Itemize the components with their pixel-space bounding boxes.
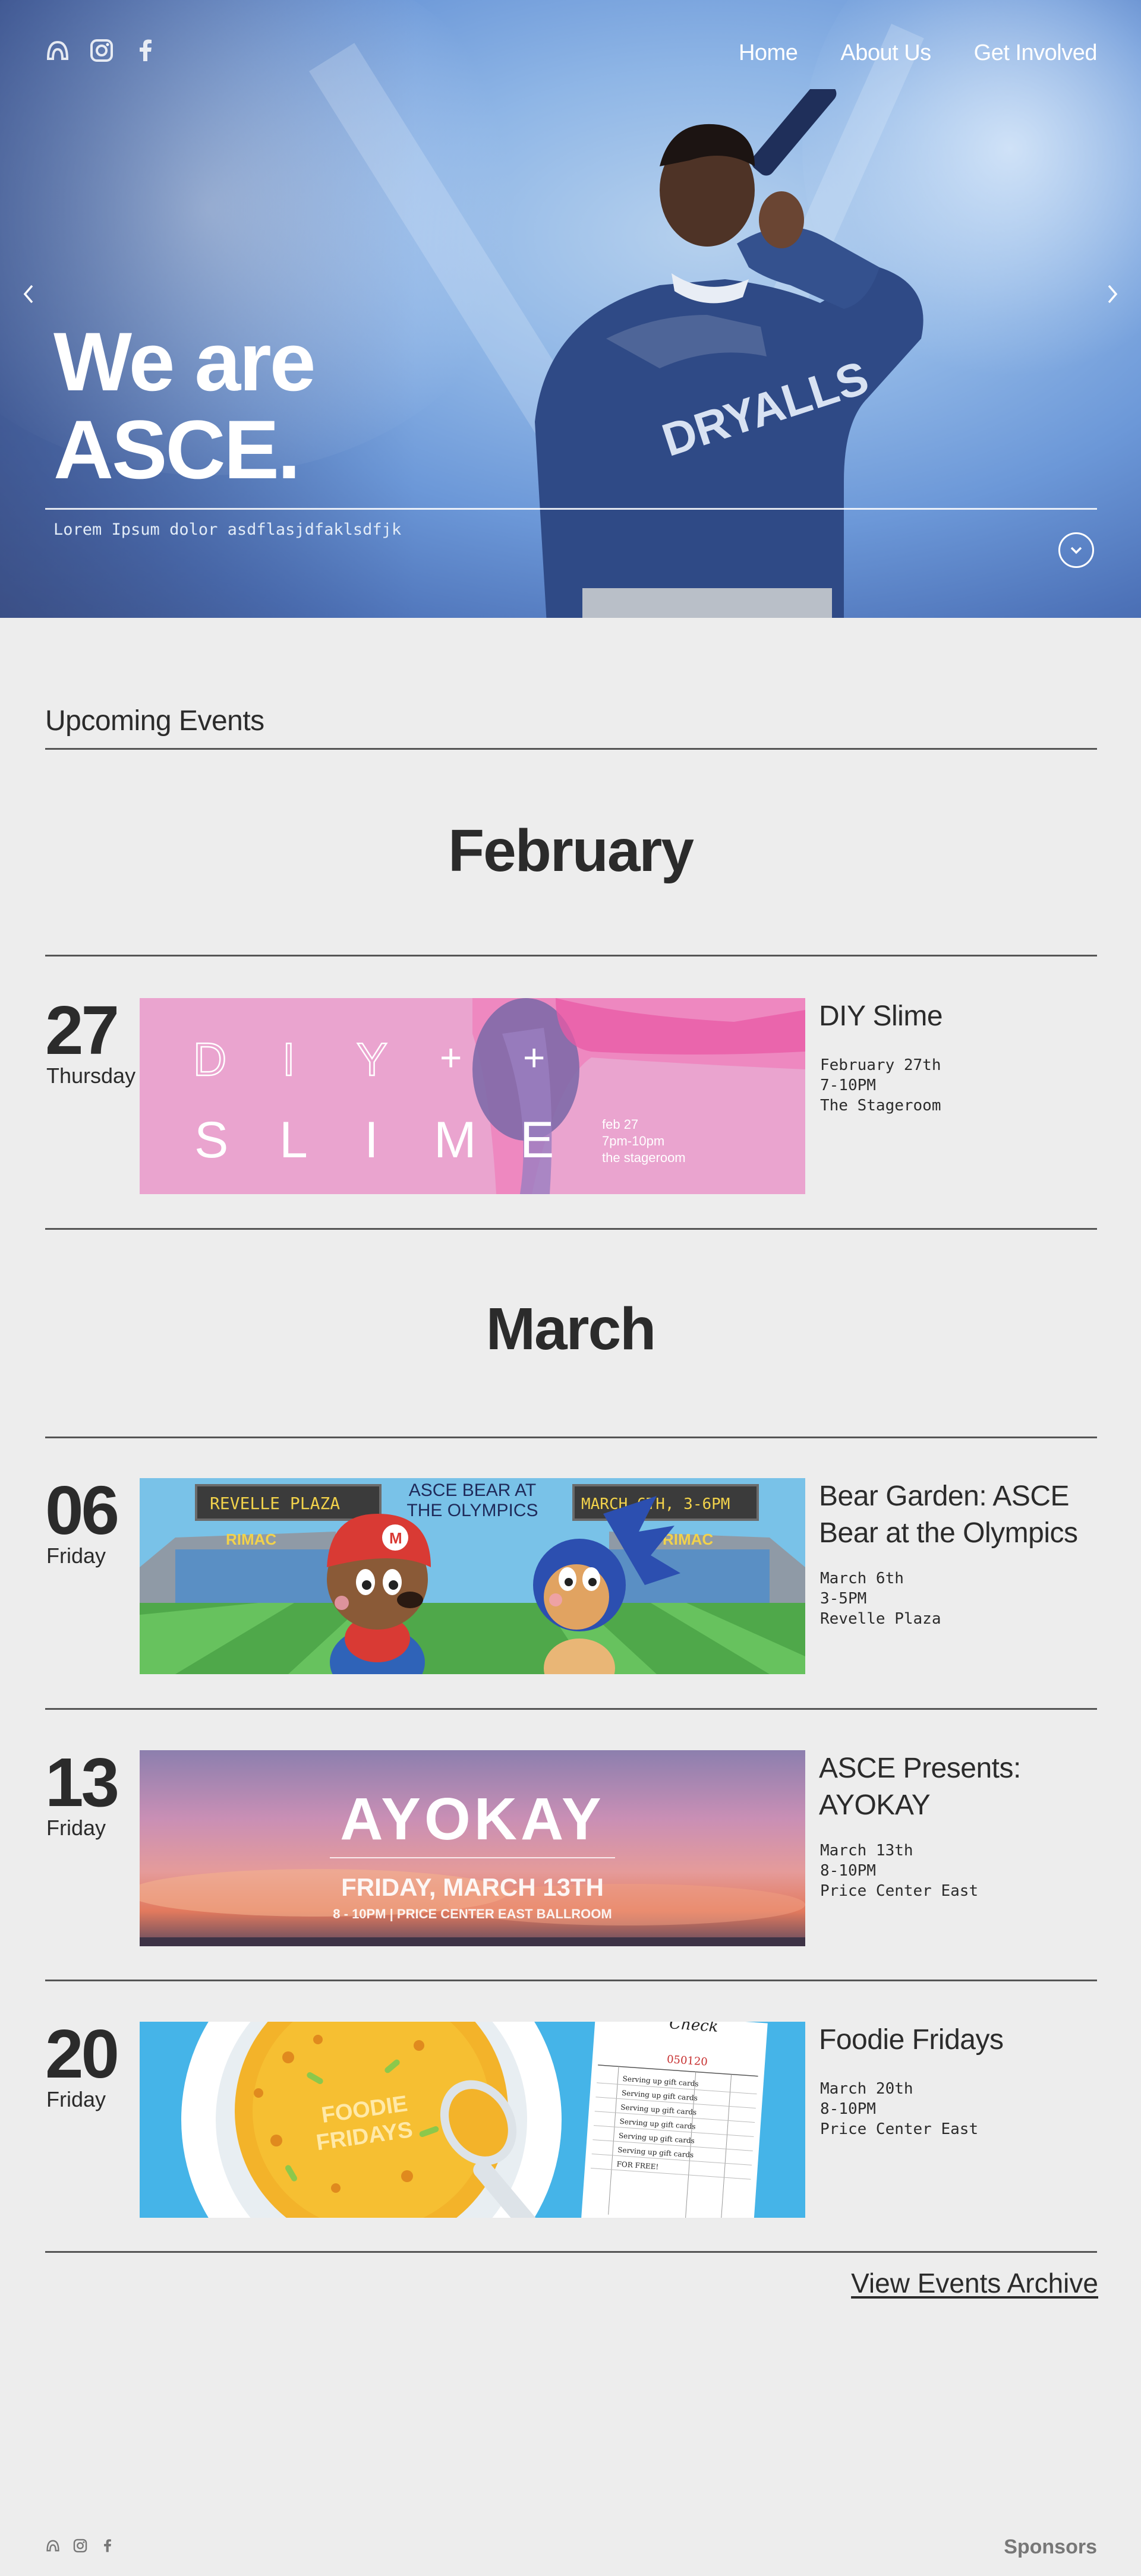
poster-letter: D bbox=[193, 1033, 226, 1085]
carousel-prev-button[interactable] bbox=[17, 279, 40, 309]
chevron-left-icon bbox=[23, 285, 33, 304]
footer-sponsors-link[interactable]: Sponsors bbox=[1004, 2536, 1097, 2559]
divider bbox=[45, 955, 1097, 956]
divider bbox=[45, 2251, 1097, 2253]
month-heading-march: March bbox=[486, 1296, 657, 1362]
event-weekday: Friday bbox=[46, 1816, 106, 1840]
carousel-next-button[interactable] bbox=[1101, 279, 1124, 309]
event-details: February 27th 7-10PM The Stageroom bbox=[820, 1055, 941, 1116]
nav-about-us[interactable]: About Us bbox=[840, 40, 931, 66]
event-title[interactable]: DIY Slime bbox=[819, 998, 1098, 1035]
event-title[interactable]: Foodie Fridays bbox=[819, 2022, 1098, 2059]
footer-social-icons bbox=[45, 2538, 115, 2553]
chevron-down-icon bbox=[1070, 547, 1082, 554]
event-date: March 20th bbox=[820, 2080, 913, 2098]
chevron-right-icon bbox=[1108, 285, 1118, 304]
event-time: 7-10PM bbox=[820, 1077, 876, 1094]
event-location: Price Center East bbox=[820, 1882, 979, 1900]
poster-letter: I bbox=[364, 1112, 379, 1169]
view-events-archive-link[interactable]: View Events Archive bbox=[851, 2267, 1098, 2299]
sign-left-text: REVELLE PLAZA bbox=[210, 1494, 340, 1513]
event-weekday: Friday bbox=[46, 1543, 106, 1568]
event-poster-diy-slime[interactable]: D I Y + + S L I M E feb 27 7pm-10pm the … bbox=[140, 998, 805, 1194]
divider bbox=[45, 1708, 1097, 1710]
poster-headline: THE OLYMPICS bbox=[406, 1501, 538, 1520]
poster-letter: S bbox=[194, 1112, 228, 1169]
hero-subtitle: Lorem Ipsum dolor asdflasjdfaklsdfjk bbox=[53, 520, 402, 539]
hero-social-icons bbox=[44, 37, 159, 64]
svg-text:M: M bbox=[389, 1529, 402, 1547]
event-details: March 20th 8-10PM Price Center East bbox=[820, 2079, 978, 2139]
scroll-down-button[interactable] bbox=[1058, 532, 1094, 568]
event-title[interactable]: ASCE Presents: AYOKAY bbox=[819, 1750, 1098, 1824]
instagram-icon[interactable] bbox=[88, 37, 115, 64]
poster-headline: ASCE BEAR AT bbox=[409, 1480, 537, 1500]
poster-info: 7pm-10pm bbox=[602, 1134, 664, 1148]
poster-letter: Y bbox=[357, 1033, 387, 1085]
event-poster-bear-garden[interactable]: RIMAC RIMAC REVELLE PLAZA MARCH 6TH, 3-6… bbox=[140, 1478, 805, 1674]
hero-title: We are ASCE. bbox=[53, 315, 316, 496]
asce-logo-icon[interactable] bbox=[44, 37, 71, 64]
event-day: 27 bbox=[45, 992, 119, 1069]
poster-info: the stageroom bbox=[602, 1150, 686, 1165]
event-date: February 27th bbox=[820, 1056, 941, 1074]
hero-banner: DRYALLS Home About Us Get Involved We ar… bbox=[0, 0, 1141, 618]
asce-logo-icon[interactable] bbox=[45, 2538, 61, 2553]
poster-info: feb 27 bbox=[602, 1117, 638, 1132]
event-weekday: Friday bbox=[46, 2087, 106, 2111]
hero-title-line2: ASCE. bbox=[53, 403, 301, 496]
event-time: 8-10PM bbox=[820, 2100, 876, 2118]
section-title-upcoming-events: Upcoming Events bbox=[45, 705, 264, 737]
performer-image: DRYALLS bbox=[535, 89, 923, 618]
poster-letter: E bbox=[520, 1112, 554, 1169]
event-card-bear-garden[interactable]: 06 Friday RIMAC RIMAC REVELLE PLAZA MARC… bbox=[45, 1472, 1098, 1674]
month-heading-february: February bbox=[448, 817, 694, 884]
event-date: March 6th bbox=[820, 1570, 904, 1587]
divider bbox=[45, 1228, 1097, 1230]
hero-title-line1: We are bbox=[53, 315, 316, 408]
event-card-diy-slime[interactable]: 27 Thursday D I Y + + S L I M E feb 27 7… bbox=[45, 992, 1098, 1194]
event-date: March 13th bbox=[820, 1842, 913, 1860]
poster-letter: I bbox=[282, 1033, 295, 1085]
event-time: 3-5PM bbox=[820, 1590, 867, 1608]
poster-plus: + bbox=[440, 1036, 462, 1079]
event-day: 06 bbox=[45, 1472, 119, 1549]
event-card-ayokay[interactable]: 13 Friday AYOKAY FRIDAY, MARCH 13TH 8 - … bbox=[45, 1744, 1098, 1946]
event-details: March 13th 8-10PM Price Center East bbox=[820, 1841, 978, 1901]
event-details: March 6th 3-5PM Revelle Plaza bbox=[820, 1568, 941, 1629]
poster-headline: AYOKAY bbox=[340, 1786, 604, 1852]
divider bbox=[45, 1437, 1097, 1438]
stand-text: RIMAC bbox=[226, 1530, 276, 1548]
event-location: Price Center East bbox=[820, 2120, 979, 2138]
poster-date: FRIDAY, MARCH 13TH bbox=[341, 1873, 604, 1901]
facebook-icon[interactable] bbox=[100, 2538, 115, 2553]
event-poster-ayokay[interactable]: AYOKAY FRIDAY, MARCH 13TH 8 - 10PM | PRI… bbox=[140, 1750, 805, 1946]
divider bbox=[45, 748, 1097, 750]
main-nav: Home About Us Get Involved bbox=[739, 40, 1098, 66]
event-location: Revelle Plaza bbox=[820, 1610, 941, 1628]
nav-home[interactable]: Home bbox=[739, 40, 798, 66]
event-day: 13 bbox=[45, 1744, 119, 1821]
nav-get-involved[interactable]: Get Involved bbox=[974, 40, 1098, 66]
instagram-icon[interactable] bbox=[73, 2538, 88, 2553]
poster-info: 8 - 10PM | PRICE CENTER EAST BALLROOM bbox=[333, 1906, 612, 1921]
event-location: The Stageroom bbox=[820, 1097, 941, 1115]
event-weekday: Thursday bbox=[46, 1063, 136, 1088]
event-day: 20 bbox=[45, 2015, 119, 2092]
stand-text: RIMAC bbox=[663, 1530, 713, 1548]
poster-letter: L bbox=[279, 1112, 308, 1169]
divider bbox=[45, 1980, 1097, 1981]
facebook-icon[interactable] bbox=[132, 37, 159, 64]
event-card-foodie-fridays[interactable]: 20 Friday FOODIE FRIDAYS Check 050120 Se… bbox=[45, 2018, 1098, 2218]
event-title[interactable]: Bear Garden: ASCE Bear at the Olympics bbox=[819, 1478, 1098, 1552]
event-time: 8-10PM bbox=[820, 1862, 876, 1880]
hero-divider bbox=[45, 508, 1097, 510]
event-poster-foodie-fridays[interactable]: FOODIE FRIDAYS Check 050120 Serving up g… bbox=[140, 2022, 805, 2218]
poster-plus: + bbox=[523, 1036, 545, 1079]
poster-letter: M bbox=[434, 1112, 477, 1169]
